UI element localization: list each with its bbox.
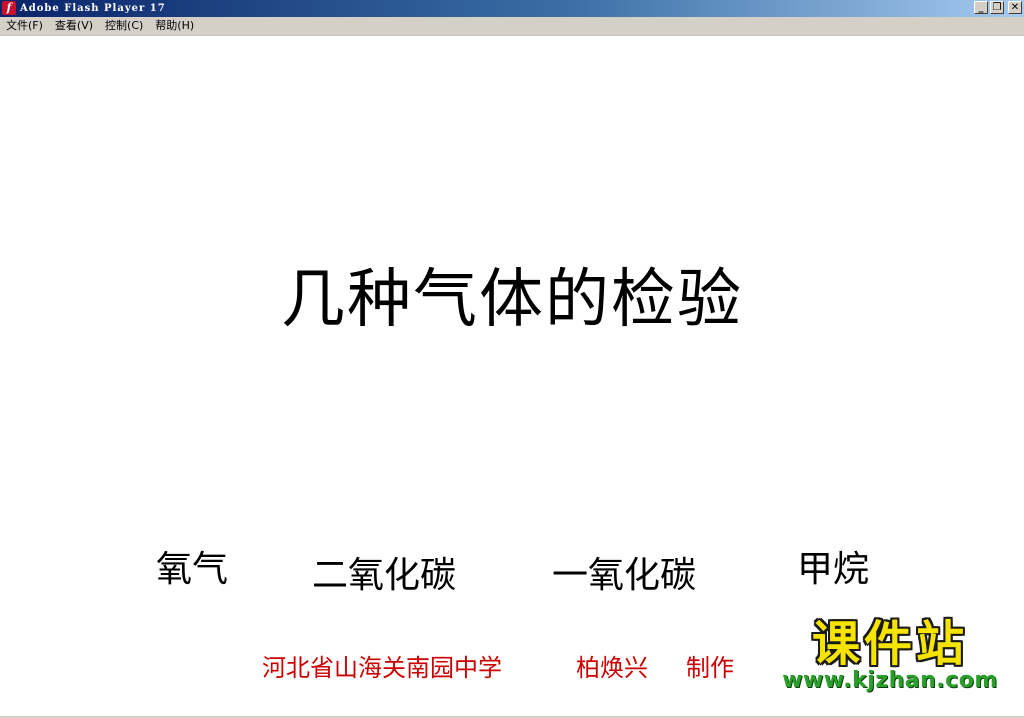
page-title: 几种气体的检验 (281, 263, 743, 337)
credit-role: 制作 (686, 654, 734, 682)
flash-player-window: f Adobe Flash Player 17 _ ❐ ✕ 文件(F) 查看(V… (0, 0, 1024, 718)
window-title: Adobe Flash Player 17 (20, 3, 166, 14)
flash-app-icon: f (2, 1, 16, 15)
restore-button[interactable]: ❐ (990, 1, 1004, 14)
flash-stage: 几种气体的检验 氧气 二氧化碳 一氧化碳 甲烷 河北省山海关南园中学 柏焕兴 制… (0, 36, 1024, 716)
kjzhan-watermark-logo: 课件站 www.kjzhan.com (770, 616, 1010, 696)
menu-file[interactable]: 文件(F) (6, 17, 43, 35)
minimize-button[interactable]: _ (974, 1, 988, 14)
menu-view[interactable]: 查看(V) (55, 17, 93, 35)
credit-school: 河北省山海关南园中学 (262, 654, 502, 682)
menu-control[interactable]: 控制(C) (105, 17, 143, 35)
gas-link-carbon-dioxide[interactable]: 二氧化碳 (312, 546, 456, 598)
watermark-name: 课件站 (811, 616, 968, 672)
close-button[interactable]: ✕ (1008, 1, 1022, 14)
gas-link-methane[interactable]: 甲烷 (797, 540, 869, 592)
menu-help[interactable]: 帮助(H) (155, 17, 194, 35)
watermark-url: www.kjzhan.com (782, 668, 998, 693)
gas-link-oxygen[interactable]: 氧气 (156, 540, 228, 592)
gas-link-carbon-monoxide[interactable]: 一氧化碳 (552, 546, 696, 598)
title-bar[interactable]: f Adobe Flash Player 17 _ ❐ ✕ (0, 0, 1024, 17)
credit-author: 柏焕兴 (576, 654, 648, 682)
menu-bar: 文件(F) 查看(V) 控制(C) 帮助(H) (0, 17, 1024, 36)
window-controls: _ ❐ ✕ (974, 1, 1022, 15)
